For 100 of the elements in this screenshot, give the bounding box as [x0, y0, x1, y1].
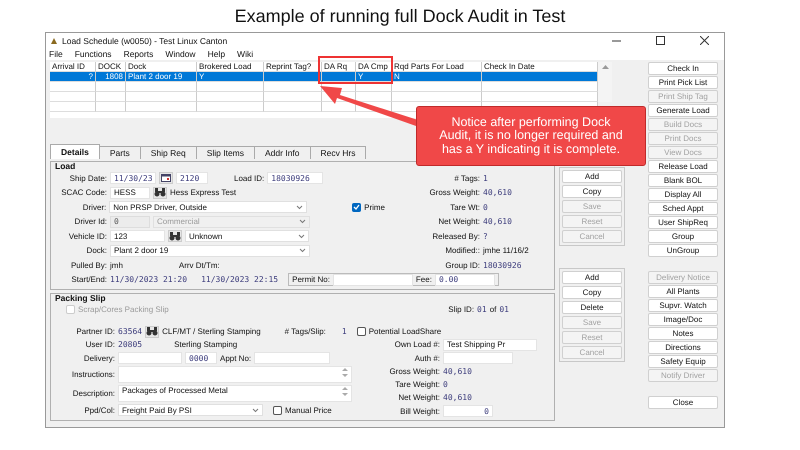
dropdown-field[interactable]: Plant 2 door 19: [110, 244, 310, 257]
user-id: 20805: [118, 340, 142, 349]
field-label: Fee:: [416, 275, 432, 284]
field-label: Slip ID:: [448, 304, 474, 314]
partner-id: 63564: [118, 327, 142, 336]
date-field[interactable]: 11/30/23: [110, 172, 156, 184]
action-button[interactable]: Delete: [562, 301, 622, 314]
menu-item[interactable]: Reports: [124, 49, 154, 59]
action-button[interactable]: Image/Doc: [648, 313, 718, 326]
action-button[interactable]: Close: [648, 396, 718, 409]
description-field[interactable]: Packages of Processed Metal: [118, 385, 352, 402]
carrier-name: Hess Express Test: [170, 188, 236, 198]
tags-value: 1: [342, 327, 347, 336]
checkbox[interactable]: Prime: [352, 202, 385, 212]
action-button[interactable]: Supvr. Watch: [648, 299, 718, 312]
action-button[interactable]: Copy: [562, 185, 622, 198]
group-title: Packing Slip: [55, 293, 107, 303]
dropdown-field[interactable]: Unknown: [185, 230, 309, 242]
bill-weight-field[interactable]: 0: [443, 405, 493, 417]
field-label: Vehicle ID:: [68, 232, 107, 241]
field-label: # Tags/Slip:: [284, 327, 326, 336]
action-button[interactable]: Notes: [648, 327, 718, 340]
field-value: jmhe 11/16/2: [483, 246, 529, 256]
tab[interactable]: Recv Hrs: [310, 146, 366, 159]
annotation-tooltip: Notice after performing Dock Audit, it is no longer required and has a Y indicating it is complete.: [416, 106, 646, 166]
action-button[interactable]: Group: [648, 230, 718, 243]
weight-value: 40,610: [443, 393, 472, 402]
menu-item[interactable]: Window: [165, 49, 196, 59]
field-label: Ppd/Col:: [83, 406, 115, 414]
window-title: Load Schedule (w0050) - Test Linux Canton: [62, 36, 228, 46]
weight-value: 40,610: [443, 367, 472, 376]
partner-name: CLF/MT / Sterling Stamping: [162, 327, 261, 336]
code-field[interactable]: 0000: [185, 352, 217, 364]
field-label: Start/End:: [70, 275, 107, 284]
action-button[interactable]: Safety Equip: [648, 355, 718, 368]
action-button[interactable]: Copy: [562, 286, 622, 299]
user-name: Sterling Stamping: [174, 340, 238, 349]
action-button[interactable]: Check In: [648, 62, 718, 75]
load-id-field: 18030926: [267, 172, 324, 184]
menu-item[interactable]: File: [49, 49, 63, 59]
field-label: Partner ID:: [75, 327, 115, 336]
field-value: 18030926: [483, 260, 522, 270]
checkbox[interactable]: Potential LoadShare: [356, 327, 442, 336]
grid-row[interactable]: ? 1808 Plant 2 door 19 Y Y N: [50, 72, 598, 82]
action-button[interactable]: Blank BOL: [648, 174, 718, 187]
action-button[interactable]: Release Load: [648, 160, 718, 173]
field-label: Permit No:: [292, 275, 330, 284]
pulled-by-value: jmh: [110, 260, 123, 270]
menu-item[interactable]: Wiki: [237, 49, 254, 59]
field-label: Instructions:: [70, 370, 115, 379]
action-button[interactable]: Add: [562, 271, 622, 284]
field-label: SCAC Code:: [60, 188, 107, 198]
field-label: Released By:: [431, 232, 480, 241]
tab[interactable]: Details: [50, 144, 100, 159]
field-label: Driver Id:: [74, 217, 107, 226]
field-label: # Tags:: [453, 174, 480, 183]
field-label: Own Load #:: [394, 340, 440, 349]
field-value: 1: [483, 174, 488, 183]
action-button[interactable]: Generate Load: [648, 104, 718, 117]
field-label: Arrv Dt/Tm:: [178, 260, 220, 270]
action-button[interactable]: All Plants: [648, 285, 718, 298]
action-button[interactable]: Display All: [648, 188, 718, 201]
field-label: Pulled By:: [70, 260, 107, 270]
field-label: Modified::: [444, 246, 480, 256]
action-button[interactable]: Sched Appt: [648, 202, 718, 215]
fee-field[interactable]: 0.00: [434, 274, 495, 286]
field-label: Tare Wt:: [449, 202, 480, 212]
menu-item[interactable]: Help: [208, 49, 226, 59]
end-time: 11/30/2023 22:15: [201, 275, 278, 284]
menu-item[interactable]: Functions: [74, 49, 112, 59]
action-button[interactable]: UnGroup: [648, 244, 718, 257]
field-label: Load ID:: [234, 174, 264, 183]
action-button[interactable]: Add: [562, 170, 622, 183]
field-label: User ID:: [84, 340, 115, 349]
time-field[interactable]: 2120: [176, 172, 208, 184]
field-label: Gross Weight:: [428, 188, 480, 198]
checkbox[interactable]: Manual Price: [273, 406, 332, 414]
of-label: of: [490, 304, 496, 314]
dropdown-field[interactable]: Freight Paid By PSI: [118, 404, 263, 416]
action-button[interactable]: User ShipReq: [648, 216, 718, 229]
slip-number: 01: [477, 304, 487, 314]
own-load-field[interactable]: Test Shipping Pr: [443, 338, 537, 350]
scac-field[interactable]: HESS: [110, 186, 150, 199]
field-label: Description:: [72, 389, 115, 398]
tab[interactable]: Slip Items: [196, 146, 256, 159]
tab[interactable]: Parts: [98, 146, 141, 159]
group-title: Load: [55, 161, 76, 171]
action-button[interactable]: Print Pick List: [648, 76, 718, 89]
weight-value: 0: [443, 380, 448, 389]
field-label: Net Weight:: [397, 393, 440, 402]
field-label: Auth #:: [414, 354, 440, 362]
dropdown-field[interactable]: Non PRSP Driver, Outside: [109, 201, 307, 214]
tab[interactable]: Addr Info: [254, 146, 311, 159]
field-label: Bill Weight:: [399, 406, 440, 416]
field-value: ?: [483, 232, 488, 241]
action-button[interactable]: Directions: [648, 341, 718, 354]
vehicle-field[interactable]: 123: [110, 230, 165, 242]
table-cell: Y: [356, 72, 392, 82]
tab[interactable]: Ship Req: [140, 146, 197, 159]
field-value: 0: [483, 202, 488, 212]
